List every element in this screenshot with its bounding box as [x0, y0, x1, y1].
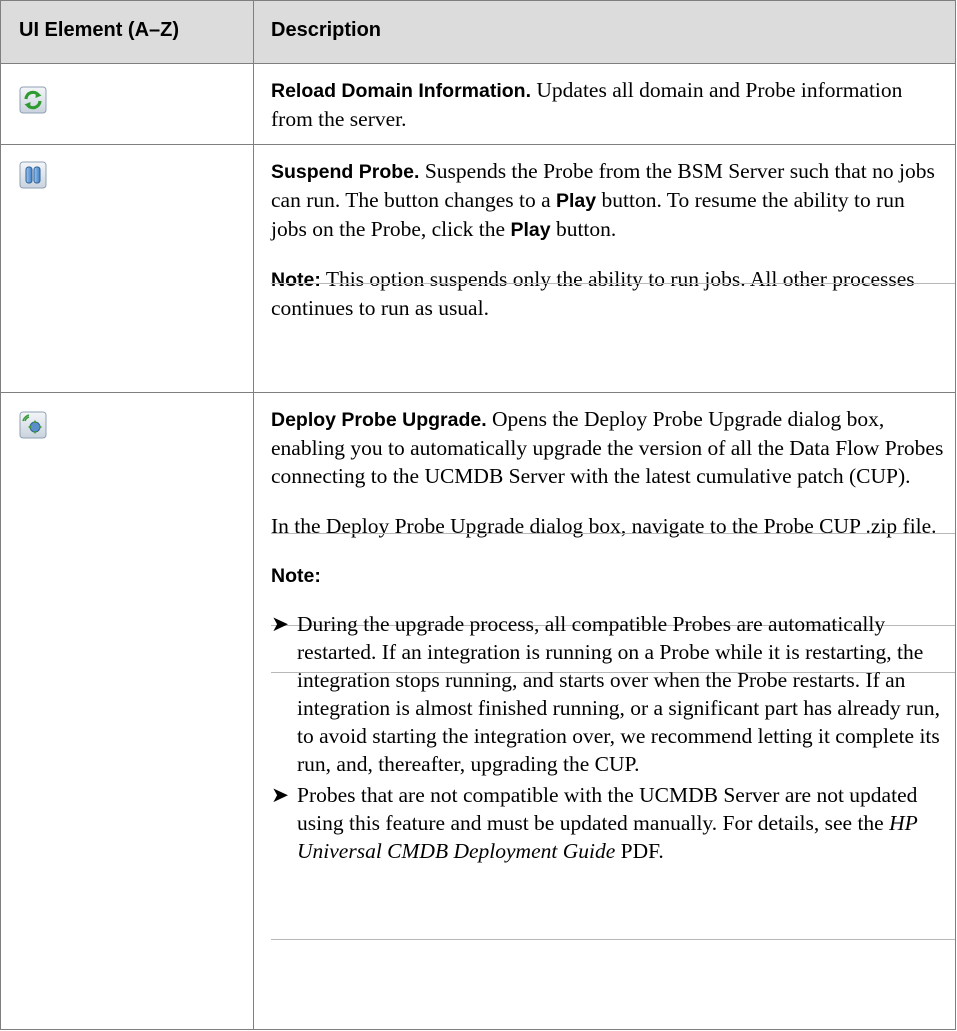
table-row-reload: Reload Domain Information. Updates all d… [1, 64, 955, 145]
note-text: This option suspends only the ability to… [271, 267, 915, 320]
bullet-item: ➤ Probes that are not compatible with the… [271, 781, 945, 865]
deploy-description: Deploy Probe Upgrade. Opens the Deploy P… [271, 405, 955, 940]
table-header-row: UI Element (A–Z) Description [1, 1, 955, 64]
ui-elements-table: UI Element (A–Z) Description Reload Doma… [0, 0, 956, 1030]
bullet-arrow-icon: ➤ [271, 783, 290, 807]
play-label-2: Play [510, 219, 551, 241]
bullet-arrow-icon: ➤ [271, 612, 290, 636]
deploy-title: Deploy Probe Upgrade. [271, 409, 487, 431]
pause-icon [19, 161, 47, 189]
deploy-upgrade-icon [19, 411, 47, 439]
column-separator [253, 1, 254, 63]
table-row-suspend: Suspend Probe. Suspends the Probe from t… [1, 145, 955, 393]
reload-description: Reload Domain Information. Updates all d… [271, 76, 945, 133]
deploy-para2: In the Deploy Probe Upgrade dialog box, … [271, 514, 937, 538]
bullet-2-text-b: PDF. [615, 839, 664, 863]
deploy-note-label: Note: [271, 565, 321, 587]
bullet-2-text-a: Probes that are not compatible with the … [297, 783, 918, 835]
inner-divider [271, 533, 955, 534]
header-ui-element: UI Element (A–Z) [19, 19, 180, 41]
header-description: Description [271, 19, 382, 41]
reload-icon [19, 86, 47, 114]
table-row-deploy-upgrade: Deploy Probe Upgrade. Opens the Deploy P… [1, 393, 955, 1029]
suspend-title: Suspend Probe. [271, 161, 420, 183]
play-label-1: Play [556, 190, 597, 212]
reload-title: Reload Domain Information. [271, 80, 532, 102]
inner-divider [271, 939, 955, 940]
suspend-description: Suspend Probe. Suspends the Probe from t… [271, 157, 955, 322]
suspend-text-c: button. [550, 217, 617, 241]
column-separator [253, 64, 254, 144]
bullet-1-text: During the upgrade process, all compatib… [297, 612, 941, 776]
note-label: Note: [271, 269, 321, 291]
bullet-item: ➤ During the upgrade process, all compati… [271, 610, 945, 778]
column-separator [253, 393, 254, 1029]
inner-divider [271, 283, 955, 284]
column-separator [253, 145, 254, 392]
